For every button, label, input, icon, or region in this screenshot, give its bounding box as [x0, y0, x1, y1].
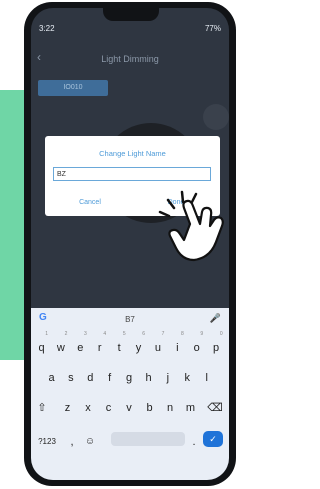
key-hint: 7 — [161, 331, 165, 337]
key-n[interactable]: n — [162, 396, 179, 420]
key-hint: 5 — [122, 331, 126, 337]
page-title: Light Dimming — [101, 54, 159, 64]
key-z[interactable]: z — [59, 396, 76, 420]
comma-key[interactable]: , — [67, 430, 77, 454]
tap-hand-icon — [158, 190, 224, 262]
key-b[interactable]: b — [141, 396, 158, 420]
key-q[interactable]: q1 — [33, 331, 50, 360]
symbols-key[interactable]: ?123 — [35, 430, 59, 454]
key-hint: 6 — [142, 331, 145, 337]
key-y[interactable]: y6 — [130, 331, 147, 360]
key-x[interactable]: x — [80, 396, 97, 420]
key-i[interactable]: i8 — [169, 331, 186, 360]
cancel-button[interactable]: Cancel — [55, 194, 125, 210]
keyboard-row-3: ⇧ ⌫ zxcvbnm — [31, 396, 229, 422]
battery-level: 77% — [204, 24, 221, 33]
soft-keyboard: G B7 🎤 q1w2e3r4t5y6u7i8o9p0 asdfghjkl ⇧ … — [31, 308, 229, 480]
keyboard-row-4: ?123 , ☺ . ✓ — [31, 430, 229, 456]
key-t[interactable]: t5 — [111, 331, 128, 360]
suggestion-bar: G B7 🎤 — [31, 308, 229, 330]
key-hint: 3 — [84, 331, 87, 337]
dialog-title: Change Light Name — [99, 149, 166, 158]
key-u[interactable]: u7 — [149, 331, 166, 360]
key-hint: 9 — [200, 331, 204, 337]
key-g[interactable]: g — [121, 366, 138, 390]
key-v[interactable]: v — [121, 396, 138, 420]
key-l[interactable]: l — [198, 366, 215, 390]
key-f[interactable]: f — [101, 366, 118, 390]
key-o[interactable]: o9 — [188, 331, 205, 360]
suggestion-word[interactable]: B7 — [31, 315, 229, 324]
key-m[interactable]: m — [182, 396, 199, 420]
key-j[interactable]: j — [159, 366, 176, 390]
key-r[interactable]: r4 — [91, 331, 108, 360]
key-hint: 2 — [64, 331, 68, 337]
device-chip[interactable]: IO010 — [38, 80, 108, 96]
period-key[interactable]: . — [189, 430, 199, 454]
key-e[interactable]: e3 — [72, 331, 89, 360]
keyboard-row-2: asdfghjkl — [31, 366, 229, 392]
light-name-input[interactable] — [53, 167, 211, 181]
page: { "status": { "time": "3:22", "right": "… — [0, 0, 244, 489]
key-hint: 8 — [181, 331, 184, 337]
keyboard-row-1: q1w2e3r4t5y6u7i8o9p0 — [31, 331, 229, 362]
emoji-key-icon[interactable]: ☺ — [83, 430, 97, 454]
key-d[interactable]: d — [82, 366, 99, 390]
shift-key-icon[interactable]: ⇧ — [33, 396, 51, 420]
key-hint: 4 — [103, 331, 107, 337]
space-bar[interactable] — [111, 432, 185, 446]
key-w[interactable]: w2 — [52, 331, 69, 360]
camera-notch — [103, 8, 159, 21]
key-s[interactable]: s — [62, 366, 79, 390]
key-h[interactable]: h — [140, 366, 157, 390]
key-k[interactable]: k — [179, 366, 196, 390]
key-hint: 1 — [45, 331, 48, 337]
microphone-icon[interactable]: 🎤 — [210, 313, 221, 324]
dimmer-indicator — [203, 104, 229, 130]
key-a[interactable]: a — [43, 366, 60, 390]
key-c[interactable]: c — [100, 396, 117, 420]
key-hint: 0 — [219, 331, 223, 337]
backspace-key-icon[interactable]: ⌫ — [205, 396, 225, 420]
enter-key-icon[interactable]: ✓ — [203, 431, 223, 447]
key-p[interactable]: p0 — [208, 331, 225, 360]
status-time: 3:22 — [39, 24, 55, 33]
